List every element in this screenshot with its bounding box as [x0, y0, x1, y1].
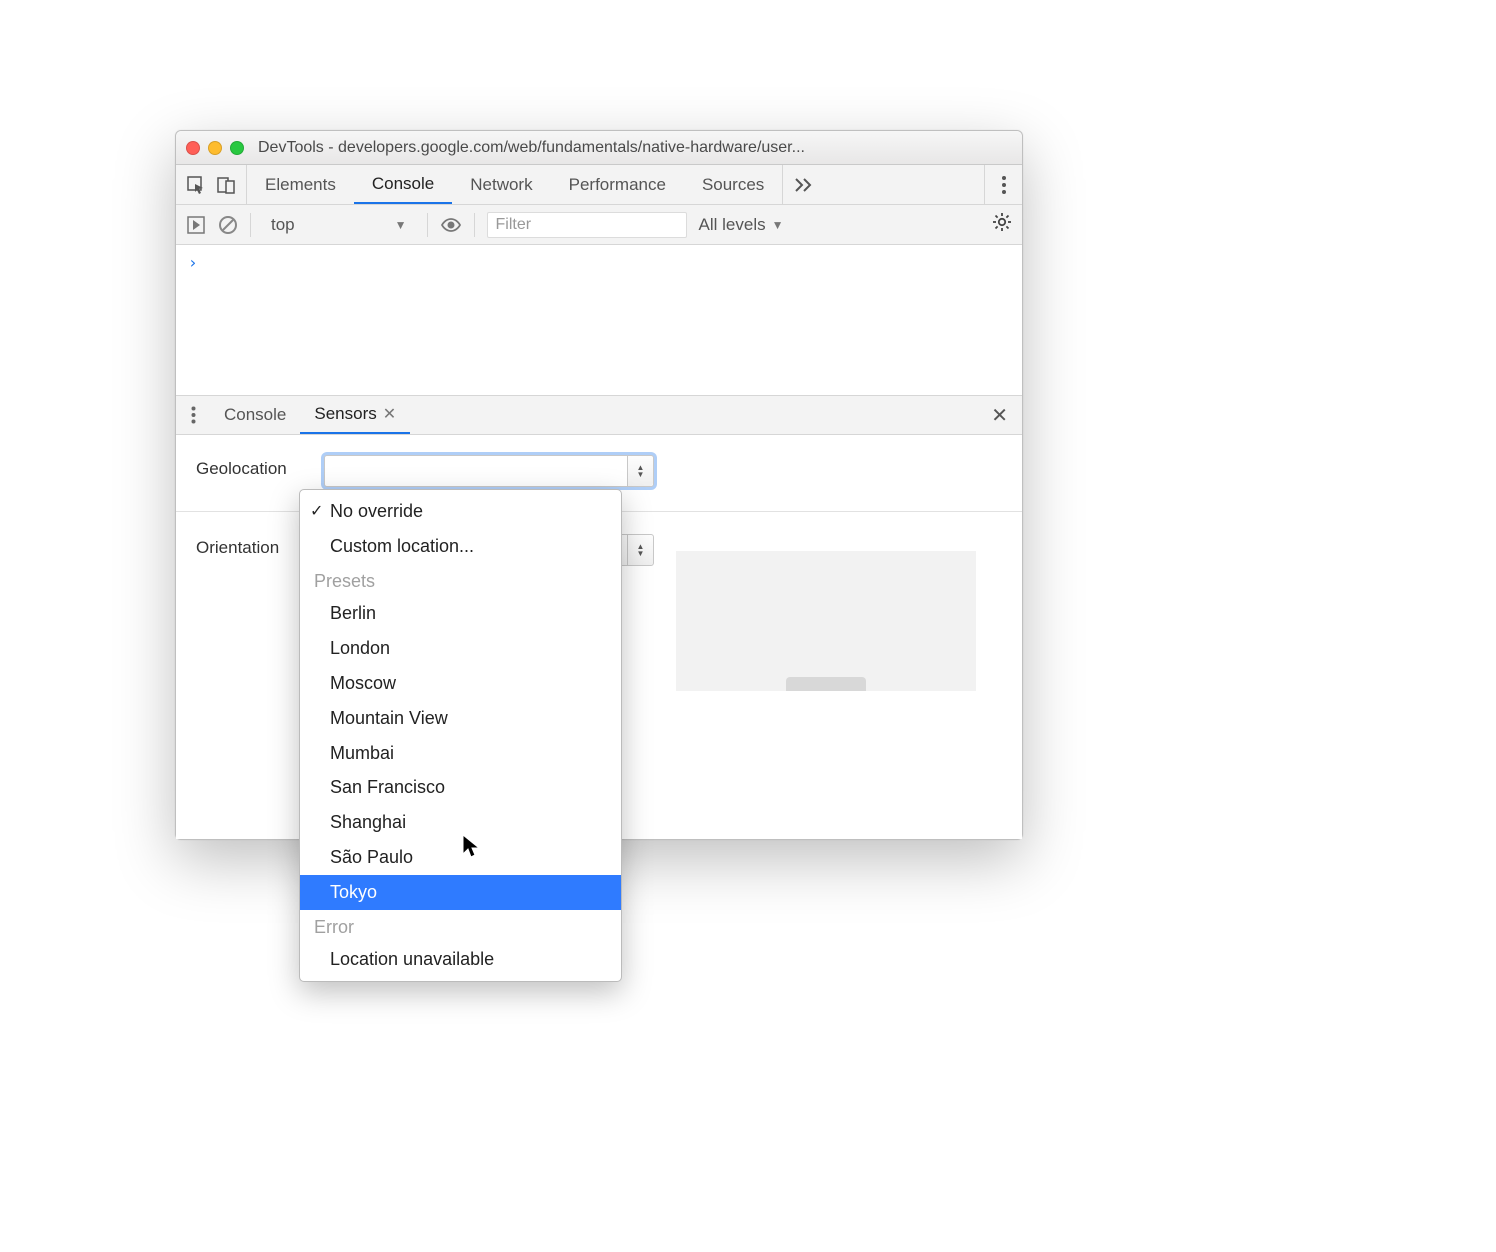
- inspect-toolbar: [176, 165, 247, 204]
- drawer-tab-label: Sensors: [314, 404, 376, 424]
- select-stepper-icon: ▲▼: [627, 456, 653, 486]
- gear-icon: [992, 212, 1012, 237]
- clear-console-icon[interactable]: [218, 215, 238, 235]
- drawer-close-button[interactable]: ✕: [977, 396, 1022, 434]
- drawer-tab-console[interactable]: Console: [210, 396, 300, 434]
- tab-sources[interactable]: Sources: [684, 165, 782, 204]
- log-levels-selector[interactable]: All levels ▼: [699, 215, 784, 235]
- devtools-menu-button[interactable]: [984, 165, 1022, 204]
- console-output[interactable]: ›: [176, 245, 1022, 395]
- option-label: San Francisco: [330, 773, 445, 802]
- execute-icon[interactable]: [186, 215, 206, 235]
- triangle-down-icon: ▼: [395, 218, 407, 232]
- close-tab-icon[interactable]: ✕: [383, 404, 396, 424]
- option-label: Custom location...: [330, 532, 474, 561]
- minimize-window-button[interactable]: [208, 141, 222, 155]
- toggle-device-icon[interactable]: [216, 175, 236, 195]
- geolocation-select[interactable]: ▲▼: [324, 455, 654, 487]
- tab-label: Console: [372, 174, 434, 194]
- tab-label: Network: [470, 175, 532, 195]
- geolocation-dropdown: No override Custom location... Presets B…: [299, 489, 622, 982]
- filter-input[interactable]: Filter: [487, 212, 687, 238]
- geolocation-row: Geolocation ▲▼: [196, 455, 1002, 487]
- tab-console[interactable]: Console: [354, 165, 452, 204]
- context-selector[interactable]: top ▼: [263, 215, 415, 235]
- option-label: No override: [330, 497, 423, 526]
- main-tabs: Elements Console Network Performance Sou…: [176, 165, 1022, 205]
- separator: [474, 213, 475, 237]
- geo-option-no-override[interactable]: No override: [300, 494, 621, 529]
- geo-option-preset-highlighted[interactable]: Tokyo: [300, 875, 621, 910]
- geo-option-preset[interactable]: Mumbai: [300, 736, 621, 771]
- option-label: São Paulo: [330, 843, 413, 872]
- geo-option-custom[interactable]: Custom location...: [300, 529, 621, 564]
- geolocation-label: Geolocation: [196, 455, 306, 479]
- geo-option-preset[interactable]: Moscow: [300, 666, 621, 701]
- geo-group-error: Error: [300, 910, 621, 943]
- option-label: Moscow: [330, 669, 396, 698]
- option-label: Berlin: [330, 599, 376, 628]
- geo-group-presets: Presets: [300, 564, 621, 597]
- geo-option-preset[interactable]: Shanghai: [300, 805, 621, 840]
- drawer-tab-sensors[interactable]: Sensors ✕: [300, 396, 410, 434]
- option-label: London: [330, 634, 390, 663]
- filter-placeholder: Filter: [496, 216, 532, 234]
- kebab-icon: [191, 406, 196, 424]
- geo-option-error[interactable]: Location unavailable: [300, 942, 621, 977]
- window-title: DevTools - developers.google.com/web/fun…: [258, 139, 1012, 157]
- option-label: Shanghai: [330, 808, 406, 837]
- console-toolbar: top ▼ Filter All levels ▼: [176, 205, 1022, 245]
- close-window-button[interactable]: [186, 141, 200, 155]
- orientation-label: Orientation: [196, 534, 306, 558]
- context-label: top: [271, 215, 295, 235]
- orientation-preview: [676, 551, 976, 691]
- tab-label: Performance: [569, 175, 666, 195]
- window-controls: [186, 141, 244, 155]
- geo-option-preset[interactable]: São Paulo: [300, 840, 621, 875]
- levels-label: All levels: [699, 215, 766, 235]
- option-label: Mumbai: [330, 739, 394, 768]
- mouse-cursor-icon: [462, 834, 482, 865]
- console-settings-button[interactable]: [992, 212, 1012, 237]
- select-stepper-icon: ▲▼: [627, 535, 653, 565]
- inspect-element-icon[interactable]: [186, 175, 206, 195]
- drawer-tab-label: Console: [224, 405, 286, 425]
- triangle-down-icon: ▼: [772, 218, 784, 232]
- tab-label: Sources: [702, 175, 764, 195]
- tab-elements[interactable]: Elements: [247, 165, 354, 204]
- titlebar: DevTools - developers.google.com/web/fun…: [176, 131, 1022, 165]
- live-expression-icon[interactable]: [440, 217, 462, 233]
- kebab-icon: [1001, 175, 1007, 195]
- close-icon: ✕: [991, 403, 1008, 428]
- option-label: Mountain View: [330, 704, 448, 733]
- separator: [250, 213, 251, 237]
- chevron-double-right-icon: [795, 178, 813, 192]
- geo-option-preset[interactable]: Berlin: [300, 596, 621, 631]
- device-mock-icon: [786, 677, 866, 691]
- drawer-menu-button[interactable]: [176, 396, 210, 434]
- drawer-tabs: Console Sensors ✕ ✕: [176, 395, 1022, 435]
- more-tabs-button[interactable]: [782, 165, 825, 204]
- console-prompt: ›: [188, 253, 198, 272]
- geo-option-preset[interactable]: London: [300, 631, 621, 666]
- tab-label: Elements: [265, 175, 336, 195]
- option-label: Location unavailable: [330, 945, 494, 974]
- option-label: Tokyo: [330, 878, 377, 907]
- tab-network[interactable]: Network: [452, 165, 550, 204]
- zoom-window-button[interactable]: [230, 141, 244, 155]
- tab-performance[interactable]: Performance: [551, 165, 684, 204]
- geo-option-preset[interactable]: San Francisco: [300, 770, 621, 805]
- separator: [427, 213, 428, 237]
- geo-option-preset[interactable]: Mountain View: [300, 701, 621, 736]
